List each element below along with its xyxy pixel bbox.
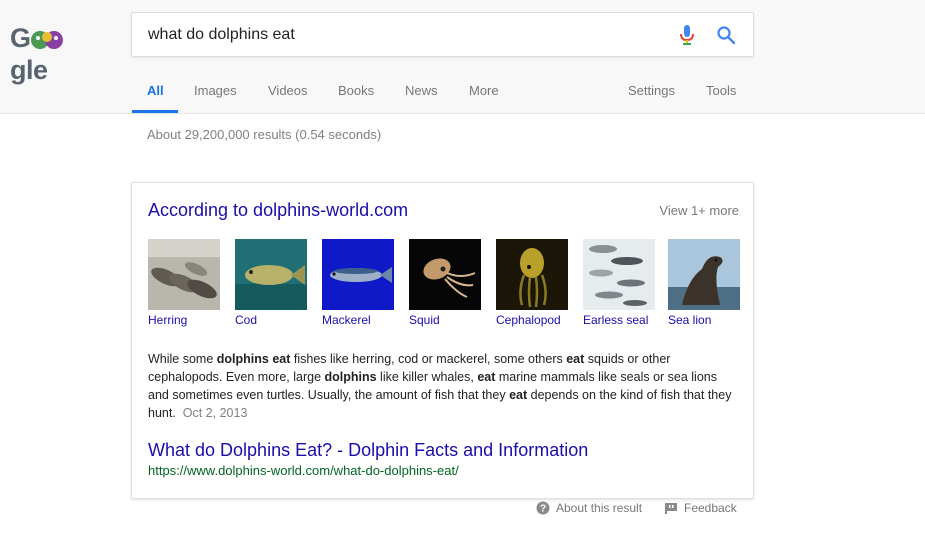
sea-lion-image <box>668 239 740 310</box>
svg-text:?: ? <box>540 504 546 515</box>
tab-images[interactable]: Images <box>194 83 237 113</box>
about-this-result-link[interactable]: ? About this result <box>536 501 642 515</box>
tab-videos[interactable]: Videos <box>268 83 308 113</box>
google-logo[interactable]: G gle <box>10 22 102 85</box>
feedback-link[interactable]: Feedback <box>664 501 737 515</box>
snippet-date: Oct 2, 2013 <box>182 406 248 420</box>
carousel-item-herring[interactable]: Herring <box>148 239 220 327</box>
carousel-item-mackerel[interactable]: Mackerel <box>322 239 394 327</box>
view-more-link[interactable]: View 1+ more <box>659 203 739 218</box>
herring-image <box>148 239 220 310</box>
carousel-label-sea-lion: Sea lion <box>668 313 712 327</box>
tab-news[interactable]: News <box>405 83 438 113</box>
doodle-logo-icon <box>30 30 63 49</box>
featured-snippet-title[interactable]: According to dolphins-world.com <box>148 200 408 221</box>
carousel-item-squid[interactable]: Squid <box>409 239 481 327</box>
search-input[interactable] <box>148 13 648 56</box>
featured-snippet-card: According to dolphins-world.com View 1+ … <box>131 182 754 499</box>
tab-all[interactable]: All <box>132 83 177 113</box>
featured-snippet-text: While some dolphins eat fishes like herr… <box>148 352 732 420</box>
cod-image <box>235 239 307 310</box>
tab-tools[interactable]: Tools <box>706 83 736 113</box>
carousel-label-mackerel: Mackerel <box>322 313 371 327</box>
help-icon: ? <box>536 501 550 515</box>
result-title-link[interactable]: What do Dolphins Eat? - Dolphin Facts an… <box>148 440 588 461</box>
microphone-icon[interactable] <box>677 24 697 46</box>
search-icon[interactable] <box>716 25 736 45</box>
cephalopod-image <box>496 239 568 310</box>
carousel-label-herring: Herring <box>148 313 188 327</box>
logo-letters-gle: gle <box>10 55 48 85</box>
search-box[interactable] <box>131 12 754 57</box>
carousel-item-sea-lion[interactable]: Sea lion <box>668 239 740 327</box>
mackerel-image <box>322 239 394 310</box>
earless-seal-image <box>583 239 655 310</box>
carousel-item-cephalopod[interactable]: Cephalopod <box>496 239 568 327</box>
squid-image <box>409 239 481 310</box>
result-url: https://www.dolphins-world.com/what-do-d… <box>148 463 459 478</box>
carousel-label-cephalopod: Cephalopod <box>496 313 561 327</box>
carousel-label-cod: Cod <box>235 313 258 327</box>
carousel-label-earless-seal: Earless seal <box>583 313 649 327</box>
feedback-flag-icon <box>665 503 677 514</box>
carousel-item-earless-seal[interactable]: Earless seal <box>583 239 655 327</box>
tab-settings[interactable]: Settings <box>628 83 675 113</box>
search-header: G gle All Images Videos Books News More … <box>0 0 925 114</box>
carousel-label-squid: Squid <box>409 313 440 327</box>
tab-books[interactable]: Books <box>338 83 374 113</box>
tab-more[interactable]: More <box>469 83 499 113</box>
result-stats: About 29,200,000 results (0.54 seconds) <box>147 127 382 142</box>
logo-letter-g: G <box>10 23 31 53</box>
carousel-item-cod[interactable]: Cod <box>235 239 307 327</box>
